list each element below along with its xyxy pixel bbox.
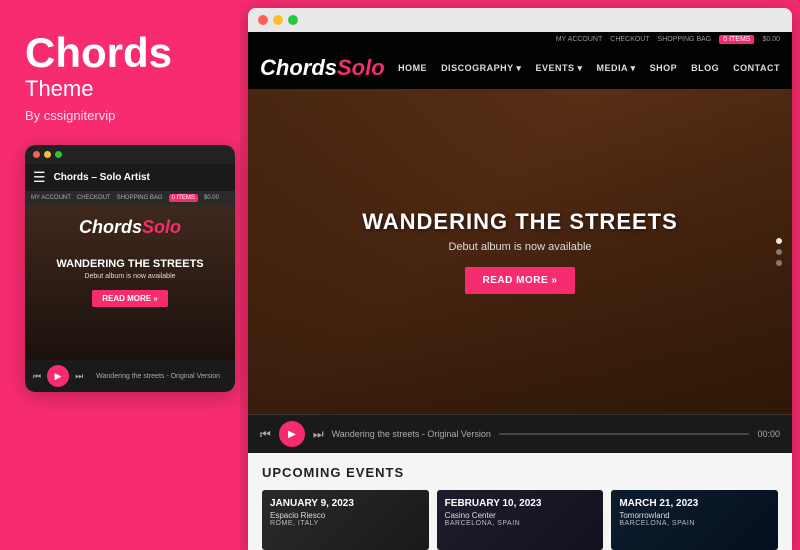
audio-time: 00:00 bbox=[757, 429, 780, 439]
site-header: ChordsSolo HOME DISCOGRAPHY ▾ EVENTS ▾ M… bbox=[248, 47, 792, 89]
browser-dot-red bbox=[258, 15, 268, 25]
mobile-player: ⏮ ▶ ⏭ Wandering the streets - Original V… bbox=[25, 360, 235, 392]
site-logo-suffix: Solo bbox=[337, 55, 385, 80]
topbar-checkout[interactable]: CHECKOUT bbox=[610, 36, 649, 43]
topbar-price: $0.00 bbox=[762, 36, 780, 43]
scroll-dot-2 bbox=[776, 249, 782, 255]
event-2-city: BARCELONA, SPAIN bbox=[445, 520, 596, 527]
mobile-nav: ☰ Chords – Solo Artist bbox=[25, 164, 235, 191]
theme-title: Chords bbox=[25, 30, 220, 76]
event-3-date: MARCH 21, 2023 bbox=[619, 498, 770, 509]
mobile-hero-title: WANDERING THE STREETS bbox=[35, 258, 225, 270]
theme-subtitle: Theme bbox=[25, 76, 220, 102]
nav-home[interactable]: HOME bbox=[398, 63, 427, 73]
browser-dot-yellow bbox=[273, 15, 283, 25]
event-2-date: FEBRUARY 10, 2023 bbox=[445, 498, 596, 509]
hero-subtitle: Debut album is now available bbox=[362, 241, 678, 253]
topbar-my-account[interactable]: MY ACCOUNT bbox=[556, 36, 603, 43]
nav-contact[interactable]: CONTACT bbox=[733, 63, 780, 73]
toplink-checkout[interactable]: CHECKOUT bbox=[77, 195, 111, 201]
nav-blog[interactable]: BLOG bbox=[691, 63, 719, 73]
event-card-2[interactable]: FEBRUARY 10, 2023 Casino Center BARCELON… bbox=[437, 490, 604, 550]
cart-price: $0.00 bbox=[204, 195, 219, 201]
nav-events[interactable]: EVENTS ▾ bbox=[535, 63, 582, 74]
mobile-toplinks: MY ACCOUNT CHECKOUT SHOPPING BAG 0 ITEMS… bbox=[25, 191, 235, 205]
event-card-3[interactable]: MARCH 21, 2023 Tomorrowland BARCELONA, S… bbox=[611, 490, 778, 550]
cart-count-badge: 0 ITEMS bbox=[169, 194, 198, 202]
topbar-cart-badge: 0 ITEMS bbox=[719, 35, 754, 44]
mobile-read-more-button[interactable]: READ MORE » bbox=[92, 290, 168, 307]
toplink-shopping-bag[interactable]: SHOPPING BAG bbox=[117, 195, 163, 201]
audio-progress-bar[interactable] bbox=[499, 433, 750, 435]
mobile-next-button[interactable]: ⏭ bbox=[75, 371, 83, 382]
audio-play-button[interactable]: ▶ bbox=[279, 421, 305, 447]
site-logo: ChordsSolo bbox=[260, 47, 385, 89]
event-1-date: JANUARY 9, 2023 bbox=[270, 498, 421, 509]
site-topbar: MY ACCOUNT CHECKOUT SHOPPING BAG 0 ITEMS… bbox=[248, 32, 792, 47]
hero-text-block: WANDERING THE STREETS Debut album is now… bbox=[362, 209, 678, 294]
mobile-hero-sub: Debut album is now available bbox=[35, 273, 225, 280]
topbar-shopping-bag[interactable]: SHOPPING BAG bbox=[658, 36, 712, 43]
hero-section: WANDERING THE STREETS Debut album is now… bbox=[248, 89, 792, 414]
hero-title: WANDERING THE STREETS bbox=[362, 209, 678, 235]
event-1-city: ROME, ITALY bbox=[270, 520, 421, 527]
event-1-venue: Espacio Riesco bbox=[270, 511, 421, 520]
mobile-dot-red bbox=[33, 151, 40, 158]
mobile-player-track: Wandering the streets - Original Version bbox=[89, 373, 227, 380]
browser-window: MY ACCOUNT CHECKOUT SHOPPING BAG 0 ITEMS… bbox=[248, 8, 792, 550]
audio-player: ⏮ ▶ ⏭ Wandering the streets - Original V… bbox=[248, 414, 792, 453]
audio-next-button[interactable]: ⏭ bbox=[313, 427, 324, 442]
browser-toolbar bbox=[248, 8, 792, 32]
audio-prev-button[interactable]: ⏮ bbox=[260, 427, 271, 442]
nav-discography[interactable]: DISCOGRAPHY ▾ bbox=[441, 63, 521, 74]
scroll-dot-3 bbox=[776, 260, 782, 266]
hamburger-icon[interactable]: ☰ bbox=[33, 169, 46, 186]
mobile-hero: ChordsSolo WANDERING THE STREETS Debut a… bbox=[25, 205, 235, 360]
mobile-dot-green bbox=[55, 151, 62, 158]
mobile-play-button[interactable]: ▶ bbox=[47, 365, 69, 387]
mobile-dot-yellow bbox=[44, 151, 51, 158]
nav-media[interactable]: MEDIA ▾ bbox=[596, 63, 635, 74]
event-3-city: BARCELONA, SPAIN bbox=[619, 520, 770, 527]
events-grid: JANUARY 9, 2023 Espacio Riesco ROME, ITA… bbox=[262, 490, 778, 550]
toplink-my-account[interactable]: MY ACCOUNT bbox=[31, 195, 71, 201]
mobile-prev-button[interactable]: ⏮ bbox=[33, 371, 41, 382]
mobile-logo-suffix: Solo bbox=[142, 217, 181, 237]
events-section: UPCOMING EVENTS JANUARY 9, 2023 Espacio … bbox=[248, 453, 792, 550]
event-2-venue: Casino Center bbox=[445, 511, 596, 520]
event-card-2-content: FEBRUARY 10, 2023 Casino Center BARCELON… bbox=[437, 490, 604, 535]
scroll-dot-1 bbox=[776, 238, 782, 244]
theme-author: By cssignitervip bbox=[25, 108, 220, 123]
mobile-top-bar bbox=[25, 145, 235, 164]
mobile-nav-title: Chords – Solo Artist bbox=[54, 172, 150, 183]
audio-track: Wandering the streets - Original Version… bbox=[332, 429, 780, 439]
event-card-1[interactable]: JANUARY 9, 2023 Espacio Riesco ROME, ITA… bbox=[262, 490, 429, 550]
scroll-dots bbox=[776, 238, 782, 266]
left-panel: Chords Theme By cssignitervip ☰ Chords –… bbox=[0, 0, 240, 550]
event-3-venue: Tomorrowland bbox=[619, 511, 770, 520]
site-nav: HOME DISCOGRAPHY ▾ EVENTS ▾ MEDIA ▾ SHOP… bbox=[398, 63, 780, 74]
browser-content: MY ACCOUNT CHECKOUT SHOPPING BAG 0 ITEMS… bbox=[248, 32, 792, 550]
events-title: UPCOMING EVENTS bbox=[262, 465, 778, 480]
nav-shop[interactable]: SHOP bbox=[650, 63, 678, 73]
event-card-1-content: JANUARY 9, 2023 Espacio Riesco ROME, ITA… bbox=[262, 490, 429, 535]
hero-read-more-button[interactable]: READ MORE » bbox=[465, 267, 576, 294]
mobile-mockup: ☰ Chords – Solo Artist MY ACCOUNT CHECKO… bbox=[25, 145, 235, 392]
mobile-logo: ChordsSolo bbox=[35, 217, 225, 238]
event-card-3-content: MARCH 21, 2023 Tomorrowland BARCELONA, S… bbox=[611, 490, 778, 535]
audio-track-name: Wandering the streets - Original Version bbox=[332, 429, 491, 439]
browser-dot-green bbox=[288, 15, 298, 25]
